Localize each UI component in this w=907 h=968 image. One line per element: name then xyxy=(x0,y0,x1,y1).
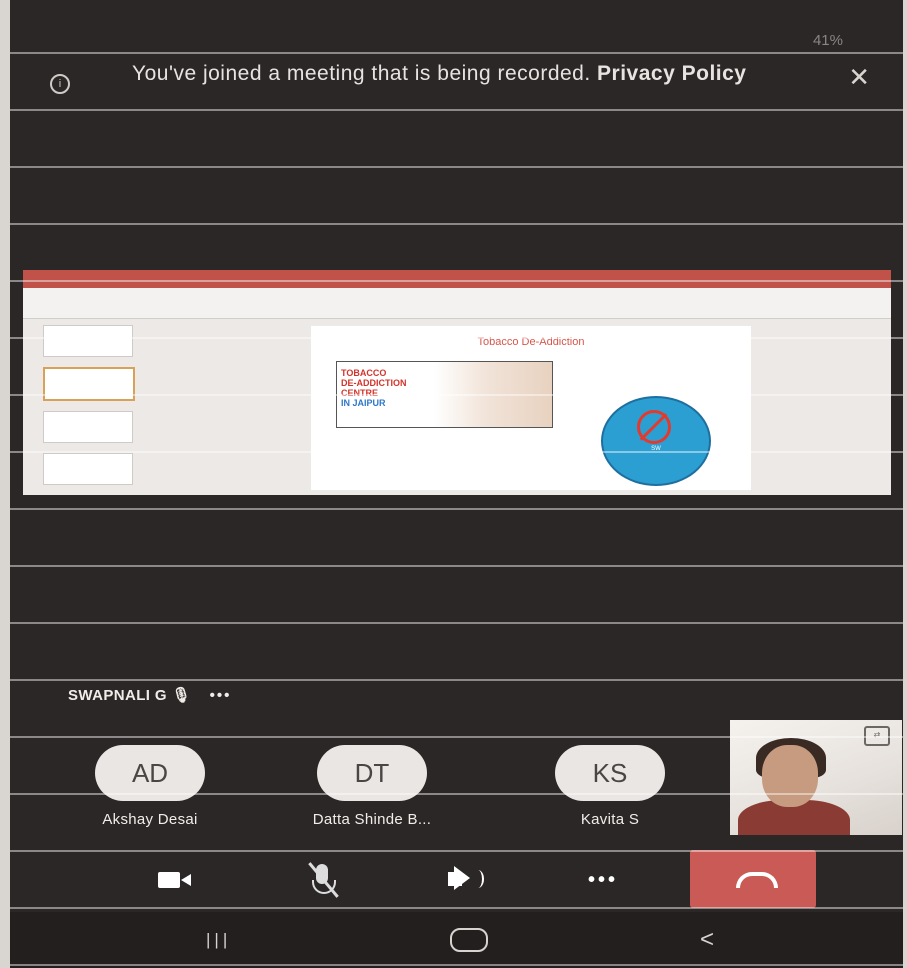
app-title-bar xyxy=(23,270,891,288)
speaker-icon[interactable] xyxy=(440,862,500,898)
banner-line: CENTRE xyxy=(341,388,379,398)
app-ribbon xyxy=(23,288,891,319)
end-call-icon xyxy=(736,872,778,888)
close-icon[interactable]: ✕ xyxy=(848,62,870,93)
switch-camera-icon[interactable]: ⇄ xyxy=(864,726,890,746)
mic-muted-icon: 🎙 xyxy=(167,687,192,704)
privacy-policy-link[interactable]: Privacy Policy xyxy=(597,62,746,85)
battery-indicator: 41% xyxy=(812,32,843,49)
participant-tile[interactable]: AD Akshay Desai xyxy=(60,745,240,828)
meeting-screen: 41% i You've joined a meeting that is be… xyxy=(10,0,903,968)
slide-title: Tobacco De-Addiction xyxy=(477,336,585,348)
banner-line: TOBACCO xyxy=(341,368,387,378)
avatar: AD xyxy=(95,745,205,801)
banner-line: IN JAIPUR xyxy=(341,398,386,408)
participant-name: Datta Shinde B... xyxy=(312,811,432,828)
call-controls: ••• xyxy=(10,850,903,910)
end-call-button[interactable] xyxy=(690,850,816,908)
recents-button[interactable]: ||| xyxy=(206,930,231,950)
slide-thumbnail xyxy=(43,367,135,401)
avatar: KS xyxy=(555,745,665,801)
recording-notice-text: You've joined a meeting that is being re… xyxy=(132,62,752,85)
speaker-more-button[interactable]: ••• xyxy=(210,687,232,704)
more-options-button[interactable]: ••• xyxy=(588,862,648,898)
active-speaker: SWAPNALI G 🎙 ••• xyxy=(68,686,231,704)
current-slide: Tobacco De-Addiction TOBACCO DE-ADDICTIO… xyxy=(311,326,751,490)
no-smoking-icon xyxy=(637,410,671,444)
recording-notice: i You've joined a meeting that is being … xyxy=(50,62,870,112)
back-button[interactable]: < xyxy=(700,926,714,954)
self-video[interactable]: ⇄ xyxy=(730,720,902,835)
participant-tile[interactable]: KS Kavita S xyxy=(520,745,700,828)
slide-thumbnail xyxy=(43,411,133,443)
recording-message: You've joined a meeting that is being re… xyxy=(132,62,591,85)
badge-mark: SW xyxy=(651,446,661,452)
slide-thumbnails xyxy=(31,325,141,490)
avatar: DT xyxy=(317,745,427,801)
info-icon: i xyxy=(50,74,70,94)
no-smoking-badge: SW xyxy=(601,396,711,486)
video-camera-icon[interactable] xyxy=(150,862,210,898)
participant-name: Akshay Desai xyxy=(102,811,198,828)
slide-banner: TOBACCO DE-ADDICTION CENTRE IN JAIPUR xyxy=(336,361,553,428)
person-face xyxy=(762,745,818,807)
android-nav-bar: ||| < xyxy=(10,912,903,968)
banner-text: TOBACCO DE-ADDICTION CENTRE IN JAIPUR xyxy=(341,368,407,408)
slide-thumbnail xyxy=(43,325,133,357)
shared-screen: Tobacco De-Addiction TOBACCO DE-ADDICTIO… xyxy=(23,270,891,495)
participant-name: Kavita S xyxy=(580,811,640,828)
mic-muted-icon[interactable] xyxy=(292,862,352,898)
home-button[interactable] xyxy=(450,928,488,952)
speaker-name: SWAPNALI G xyxy=(68,687,168,704)
banner-line: DE-ADDICTION xyxy=(341,378,407,388)
participant-tile[interactable]: DT Datta Shinde B... xyxy=(282,745,462,828)
slide-thumbnail xyxy=(43,453,133,485)
